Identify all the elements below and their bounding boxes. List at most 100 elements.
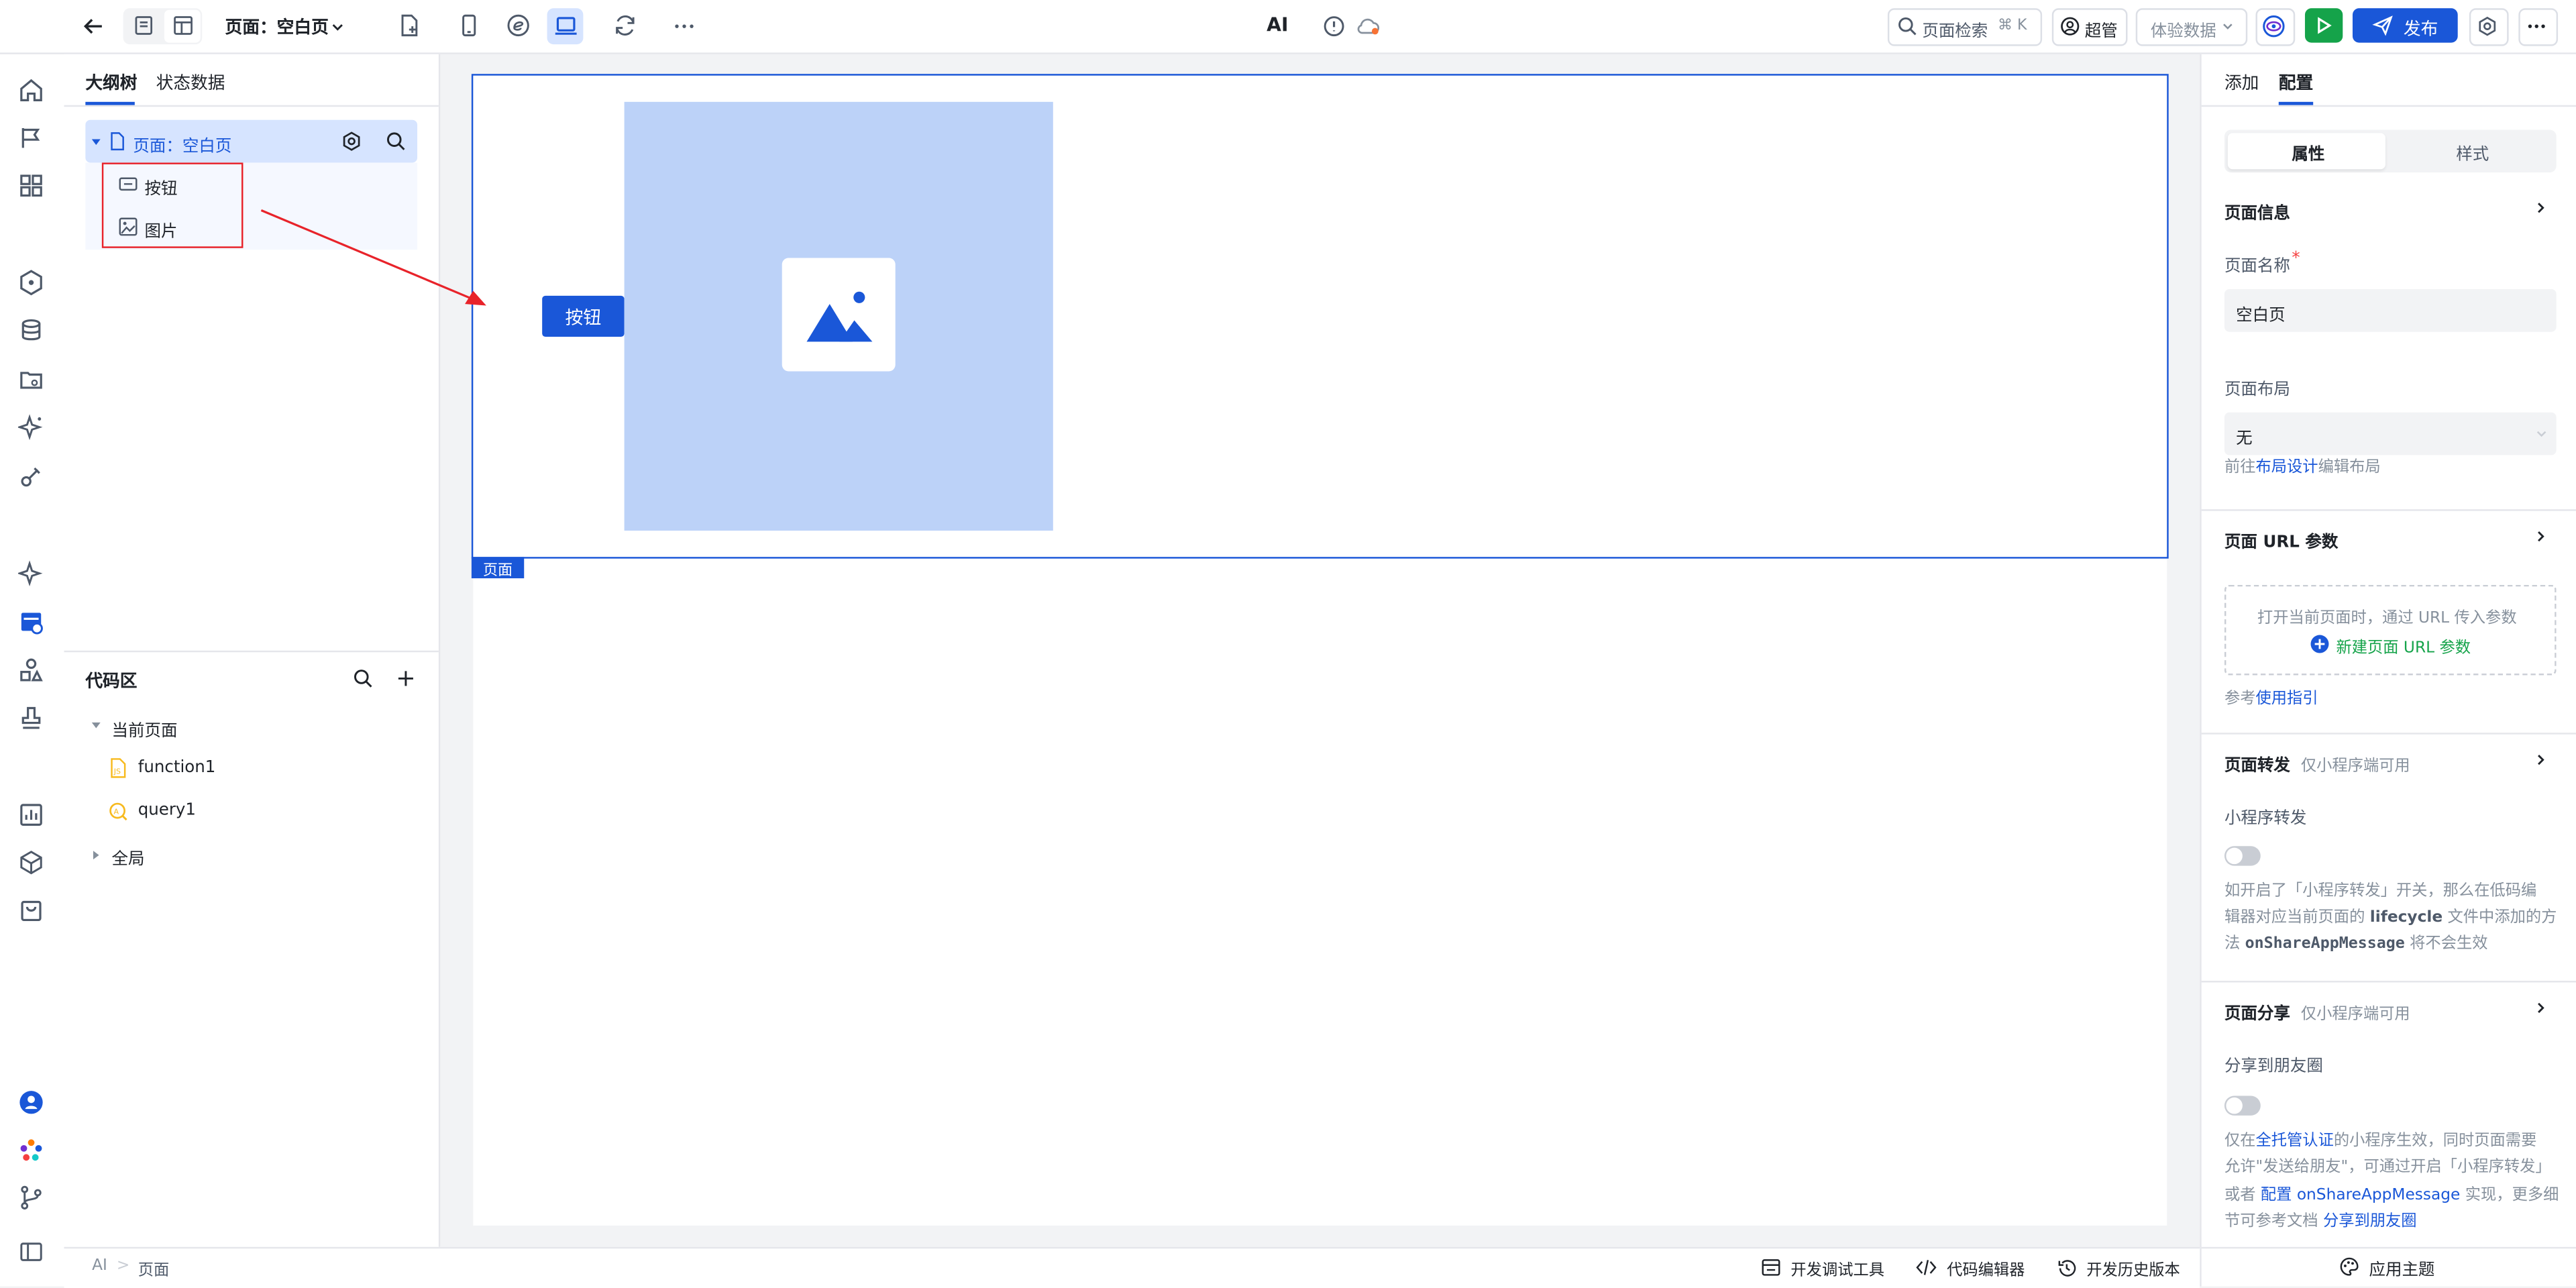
add-circle-icon[interactable]: [2310, 634, 2329, 653]
desktop-preview-icon[interactable]: [553, 15, 578, 38]
history-icon: [2058, 1260, 2076, 1277]
stamp-icon[interactable]: [18, 705, 44, 731]
ai-label[interactable]: AI: [1267, 13, 1288, 36]
page-selector[interactable]: 页面：空白页: [225, 15, 329, 40]
url-params-dropzone: [2224, 584, 2557, 676]
new-file-icon[interactable]: [398, 13, 421, 38]
info-icon[interactable]: [1322, 15, 1345, 38]
share-note: 仅小程序端可用: [2300, 1005, 2410, 1024]
refresh-icon[interactable]: [612, 13, 637, 38]
chevron-right-icon[interactable]: [2533, 1000, 2548, 1015]
usage-guide-link[interactable]: 使用指引: [2256, 690, 2318, 708]
chevron-down-icon: [2536, 431, 2546, 437]
user-label: 超管: [2084, 23, 2118, 42]
page-info-title[interactable]: 页面信息: [2224, 199, 2290, 223]
image-component-icon: [119, 217, 138, 236]
caret-down-icon[interactable]: [91, 720, 102, 731]
outline-child-button[interactable]: 按钮: [145, 174, 178, 199]
hexagon-icon[interactable]: [18, 270, 44, 296]
mini-program-icon[interactable]: [506, 13, 531, 38]
cube-icon[interactable]: [18, 849, 44, 875]
top-toolbar: 页面：空白页 AI 页面检索 ⌘ K 超管 体验数据 发布: [0, 0, 2576, 54]
git-branch-icon[interactable]: [18, 1185, 44, 1211]
url-params-title[interactable]: 页面 URL 参数: [2224, 527, 2338, 552]
bottom-status-bar: AI > 页面 开发调试工具 代码编辑器 开发历史版本: [64, 1246, 2200, 1288]
guide-pre: 参考: [2224, 690, 2256, 708]
search-icon[interactable]: [386, 131, 406, 151]
chevron-right-icon[interactable]: [2533, 201, 2548, 215]
history-version-button[interactable]: 开发历史版本: [2086, 1256, 2180, 1280]
share-toggle[interactable]: [2224, 1095, 2261, 1116]
breadcrumb-page[interactable]: 页面: [138, 1256, 170, 1280]
breadcrumb-app[interactable]: AI: [92, 1256, 107, 1275]
folder-search-icon[interactable]: [18, 366, 44, 392]
layout-hint-pre: 前往: [2224, 458, 2256, 477]
outline-child-image[interactable]: 图片: [145, 217, 178, 241]
add-url-param-link[interactable]: 新建页面 URL 参数: [2336, 634, 2471, 657]
grid-icon[interactable]: [18, 172, 44, 199]
tab-config[interactable]: 配置: [2279, 70, 2313, 95]
tab-outline[interactable]: 大纲树: [85, 70, 137, 95]
layout-view-icon[interactable]: [172, 15, 194, 36]
search-icon[interactable]: [354, 669, 373, 688]
section-divider: [2201, 1246, 2576, 1249]
cloud-sync-icon[interactable]: [1355, 15, 1381, 38]
code-item-query1[interactable]: query1: [138, 802, 196, 820]
page-editor-icon[interactable]: [18, 610, 44, 636]
code-global[interactable]: 全局: [112, 845, 145, 869]
gear-icon: [2479, 16, 2496, 36]
user-avatar-icon[interactable]: [18, 1089, 44, 1116]
code-item-function1[interactable]: function1: [138, 759, 216, 777]
share-title-row[interactable]: 页面分享 仅小程序端可用: [2224, 999, 2410, 1024]
colorful-star-icon[interactable]: [18, 1137, 44, 1163]
collapse-sidebar-icon[interactable]: [18, 1239, 44, 1265]
share-desc-3-post: 实现，更多细: [2460, 1186, 2559, 1205]
chevron-down-icon: [2223, 23, 2233, 30]
share-title: 页面分享: [2224, 1005, 2290, 1024]
chevron-right-icon[interactable]: [2533, 753, 2548, 767]
layout-design-link[interactable]: 布局设计: [2256, 458, 2318, 476]
page-layout-select[interactable]: [2224, 412, 2557, 455]
home-icon[interactable]: [18, 77, 44, 103]
page-name-value: 空白页: [2236, 307, 2286, 325]
chevron-right-icon[interactable]: [2533, 529, 2548, 544]
page-layout-value: 无: [2236, 430, 2253, 449]
tab-state-data[interactable]: 状态数据: [156, 70, 225, 95]
share-moments-doc-link[interactable]: 分享到朋友圈: [2323, 1212, 2417, 1230]
caret-right-icon[interactable]: [91, 849, 102, 861]
share-desc-1: 仅在全托管认证的小程序生效，同时页面需要: [2224, 1128, 2536, 1155]
sparkle-icon[interactable]: [17, 414, 44, 441]
document-view-icon[interactable]: [133, 15, 154, 36]
play-icon: [2318, 17, 2332, 34]
mobile-preview-icon[interactable]: [458, 13, 480, 38]
plus-icon[interactable]: [396, 669, 415, 688]
back-arrow-icon[interactable]: [82, 15, 105, 38]
plugin-icon[interactable]: [18, 464, 44, 490]
code-current-page[interactable]: 当前页面: [112, 716, 178, 741]
ai-sparkle-icon[interactable]: [17, 560, 44, 587]
caret-down-icon[interactable]: [91, 136, 102, 148]
user-circle-icon: [2061, 17, 2080, 36]
bag-icon[interactable]: [18, 897, 44, 923]
debug-tools-button[interactable]: 开发调试工具: [1790, 1256, 1884, 1280]
forward-toggle[interactable]: [2224, 846, 2261, 866]
more-icon[interactable]: [672, 15, 697, 38]
subtab-style[interactable]: 样式: [2456, 140, 2489, 164]
chevron-down-icon[interactable]: [330, 19, 345, 34]
publish-label: 发布: [2403, 19, 2438, 40]
tab-add[interactable]: 添加: [2224, 70, 2259, 95]
forward-label: 小程序转发: [2224, 810, 2307, 828]
forward-desc-2-pre: 辑器对应当前页面的: [2224, 908, 2370, 927]
full-managed-auth-link[interactable]: 全托管认证: [2256, 1132, 2334, 1150]
code-editor-button[interactable]: 代码编辑器: [1947, 1256, 2025, 1280]
flag-icon[interactable]: [18, 125, 44, 151]
chart-icon[interactable]: [18, 802, 44, 828]
gear-icon[interactable]: [341, 131, 361, 151]
forward-title-row[interactable]: 页面转发 仅小程序端可用: [2224, 751, 2410, 775]
app-theme-button[interactable]: 应用主题: [2369, 1255, 2434, 1280]
database-icon[interactable]: [18, 317, 44, 343]
more-icon: [2528, 24, 2545, 28]
config-onshare-link[interactable]: 配置 onShareAppMessage: [2261, 1186, 2460, 1204]
lifecycle-keyword: lifecycle: [2369, 908, 2443, 927]
components-icon[interactable]: [18, 657, 44, 684]
